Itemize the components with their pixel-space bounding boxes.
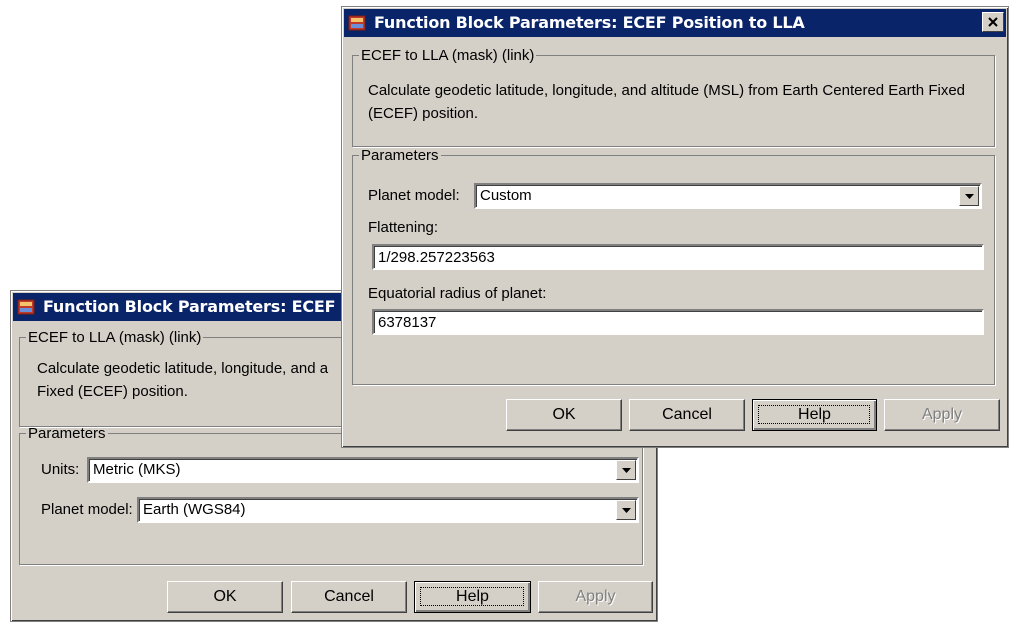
units-label: Units: <box>41 461 80 478</box>
front-description: Calculate geodetic latitude, longitude, … <box>368 82 965 122</box>
back-apply-label: Apply <box>575 588 616 605</box>
simulink-block-icon <box>348 15 366 31</box>
focus-rect <box>758 405 870 424</box>
front-dialog-title: Function Block Parameters: ECEF Position… <box>374 13 805 32</box>
back-cancel-button[interactable]: Cancel <box>291 581 407 613</box>
chevron-down-icon[interactable] <box>959 186 979 206</box>
front-apply-label: Apply <box>921 406 963 423</box>
back-mask-group-label: ECEF to LLA (mask) (link) <box>28 329 202 346</box>
close-button[interactable] <box>982 12 1004 32</box>
front-cancel-label: Cancel <box>662 406 712 423</box>
back-planet-model-label: Planet model: <box>41 501 133 518</box>
front-dialog-titlebar[interactable]: Function Block Parameters: ECEF Position… <box>344 9 1006 37</box>
front-ok-button[interactable]: OK <box>506 399 622 431</box>
front-mask-group-label: ECEF to LLA (mask) (link) <box>361 47 535 64</box>
front-ok-label: OK <box>552 406 576 423</box>
back-ok-label: OK <box>213 588 237 605</box>
back-planet-model-select[interactable]: Earth (WGS84) <box>137 497 639 523</box>
back-description: Calculate geodetic latitude, longitude, … <box>37 360 329 400</box>
back-params-group-label: Parameters <box>28 425 106 442</box>
flattening-field[interactable] <box>372 244 984 270</box>
front-planet-model-label: Planet model: <box>368 187 460 204</box>
chevron-down-icon[interactable] <box>616 460 636 480</box>
back-apply-button[interactable]: Apply <box>538 581 653 613</box>
front-planet-model-value: Custom <box>480 187 532 204</box>
flattening-label: Flattening: <box>368 219 439 236</box>
back-help-button[interactable]: Help <box>414 581 531 613</box>
chevron-down-icon[interactable] <box>616 500 636 520</box>
focus-rect <box>420 587 524 606</box>
back-cancel-label: Cancel <box>324 588 374 605</box>
close-icon <box>988 17 998 27</box>
front-params-group-label: Parameters <box>361 147 439 164</box>
simulink-block-icon <box>17 299 35 315</box>
back-ok-button[interactable]: OK <box>167 581 283 613</box>
front-apply-button[interactable]: Apply <box>884 399 1000 431</box>
radius-field[interactable] <box>372 309 984 335</box>
units-select-value: Metric (MKS) <box>93 461 181 478</box>
front-cancel-button[interactable]: Cancel <box>629 399 745 431</box>
front-help-button[interactable]: Help <box>752 399 877 431</box>
units-select[interactable]: Metric (MKS) <box>87 457 639 483</box>
front-dialog: Function Block Parameters: ECEF Position… <box>341 6 1009 448</box>
back-dialog-title: Function Block Parameters: ECEF Pos <box>43 297 373 316</box>
back-planet-model-value: Earth (WGS84) <box>143 501 246 518</box>
radius-label: Equatorial radius of planet: <box>368 285 547 302</box>
front-planet-model-select[interactable]: Custom <box>474 183 982 209</box>
